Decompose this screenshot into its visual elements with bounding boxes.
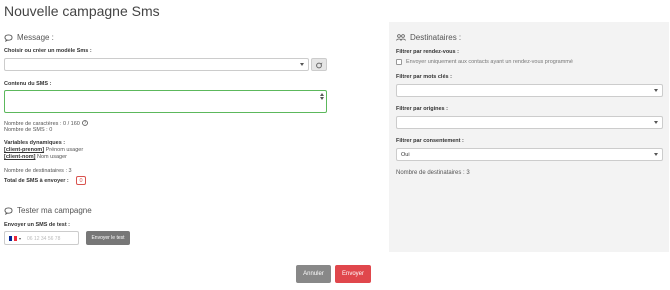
chevron-down-icon [300, 63, 304, 66]
cancel-button[interactable]: Annuler [296, 265, 331, 283]
sms-content-textarea[interactable] [4, 90, 327, 113]
test-heading-text: Tester ma campagne [17, 206, 92, 215]
campaign-form: Message : Choisir ou créer un modèle Sms… [0, 22, 385, 252]
help-circle-icon[interactable]: ? [81, 120, 88, 128]
send-button[interactable]: Envoyer [335, 265, 371, 283]
textarea-scroll-controls [320, 93, 324, 100]
sms-count: Nombre de SMS : 0 [4, 127, 53, 133]
france-flag-icon[interactable] [9, 236, 18, 241]
page-title: Nouvelle campagne Sms [4, 3, 160, 19]
var-tag[interactable]: [client-prenom] [4, 147, 44, 153]
vars-label: Variables dynamiques : [4, 140, 66, 146]
recipients-count-right: Nombre de destinataires : 3 [396, 170, 470, 176]
var-desc: Nom usager [37, 154, 67, 160]
filter-origins-label: Filtrer par origines : [396, 106, 448, 112]
comment-icon [4, 33, 13, 42]
recipients-heading-text: Destinataires : [410, 33, 462, 42]
origins-select[interactable] [396, 116, 663, 129]
consent-select[interactable]: Oui [396, 148, 663, 161]
phone-placeholder: 06 12 34 56 78 [27, 236, 61, 242]
keywords-select[interactable] [396, 84, 663, 97]
var-tag[interactable]: [client-nom] [4, 154, 35, 160]
chevron-down-icon [654, 153, 658, 156]
magic-wand-button[interactable] [311, 58, 327, 71]
test-section-heading: Tester ma campagne [4, 206, 92, 215]
total-sms-badge: 0 [76, 176, 86, 185]
appointment-checkbox-label: Envoyer uniquement aux contacts ayant un… [406, 59, 573, 65]
appointment-checkbox[interactable] [396, 59, 402, 65]
chevron-down-icon [19, 238, 21, 240]
consent-value: Oui [401, 152, 410, 158]
send-test-button[interactable]: Envoyer le test [86, 231, 130, 245]
recipients-panel: Destinataires : Filtrer par rendez-vous … [389, 22, 669, 252]
filter-appointment-label: Filtrer par rendez-vous : [396, 49, 459, 55]
var-desc: Prénom usager [45, 147, 84, 153]
total-sms-label: Total de SMS à envoyer : [4, 178, 69, 184]
content-label: Contenu du SMS : [4, 81, 52, 87]
users-icon [396, 34, 406, 41]
recipients-section-heading: Destinataires : [396, 33, 461, 42]
test-send-label: Envoyer un SMS de test : [4, 222, 71, 228]
magic-icon [315, 56, 323, 74]
message-section-heading: Message : [4, 33, 54, 42]
chevron-down-icon [654, 89, 658, 92]
var-item: [client-nom] Nom usager [4, 154, 67, 160]
model-label: Choisir ou créer un modèle Sms : [4, 48, 92, 54]
comment-icon [4, 206, 13, 215]
filter-keywords-label: Filtrer par mots clés : [396, 74, 452, 80]
var-item: [client-prenom] Prénom usager [4, 147, 83, 153]
scroll-down-icon[interactable] [320, 97, 324, 100]
chevron-down-icon [654, 121, 658, 124]
model-select[interactable] [4, 58, 309, 71]
svg-text:?: ? [84, 121, 86, 126]
recipients-count-left: Nombre de destinataires : 3 [4, 168, 72, 174]
filter-consent-label: Filtrer par consentement : [396, 138, 464, 144]
test-phone-input[interactable]: 06 12 34 56 78 [4, 231, 79, 245]
message-heading-text: Message : [17, 33, 54, 42]
scroll-up-icon[interactable] [320, 93, 324, 96]
